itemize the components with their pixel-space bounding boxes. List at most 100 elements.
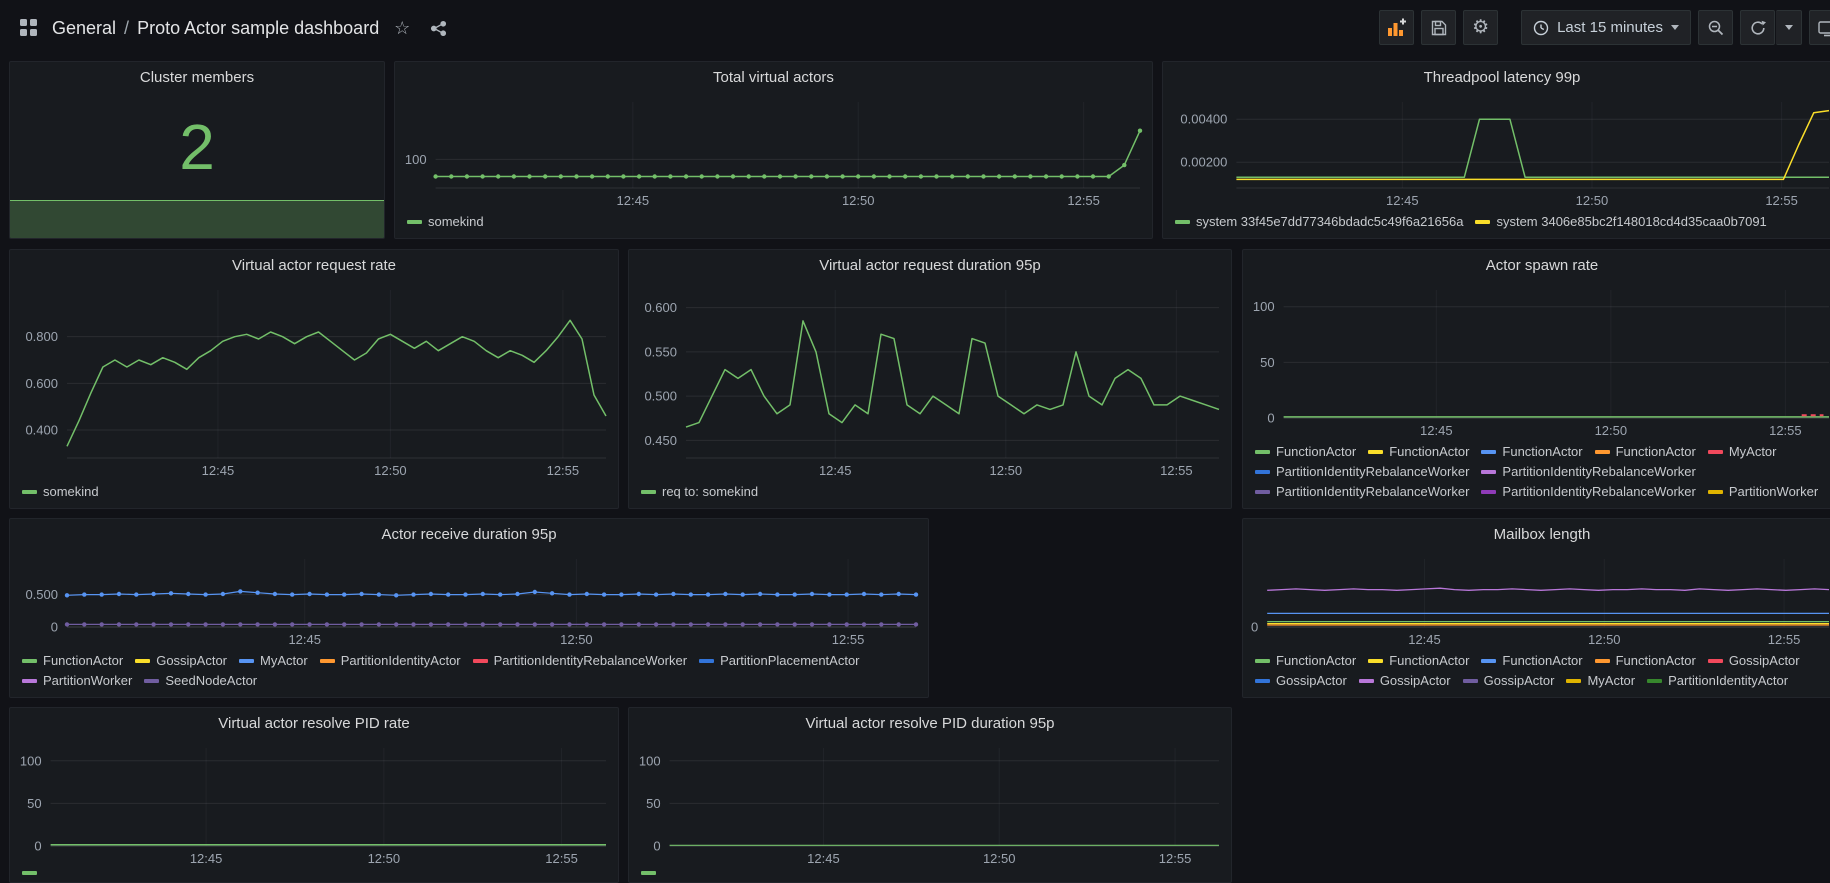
legend-item[interactable]: GossipActor <box>1708 652 1800 670</box>
star-icon[interactable]: ☆ <box>389 15 415 41</box>
panel-title[interactable]: Virtual actor resolve PID duration 95p <box>629 708 1231 740</box>
legend-item[interactable]: FunctionActor <box>1481 652 1582 670</box>
panel-title[interactable]: Virtual actor request duration 95p <box>629 250 1231 282</box>
legend-item[interactable]: GossipActor <box>1255 672 1347 690</box>
legend-item[interactable]: FunctionActor <box>1255 652 1356 670</box>
refresh-button[interactable] <box>1740 10 1775 45</box>
legend-item[interactable]: FunctionActor <box>1255 443 1356 461</box>
chart-legend: FunctionActor FunctionActor FunctionActor F… <box>1243 442 1830 508</box>
svg-text:100: 100 <box>639 753 661 768</box>
svg-text:0.00400: 0.00400 <box>1180 112 1227 127</box>
actor-spawn-rate-chart[interactable]: 10050012:4512:5012:55 <box>1243 282 1830 442</box>
svg-text:12:45: 12:45 <box>190 851 223 866</box>
actor-receive-duration-chart[interactable]: 0.500012:4512:5012:55 <box>10 551 928 651</box>
svg-text:12:50: 12:50 <box>374 463 407 478</box>
legend-item[interactable]: req to: somekind <box>641 483 758 501</box>
resolve-pid-rate-chart[interactable]: 10050012:4512:5012:55 <box>10 740 618 870</box>
legend-item[interactable]: system 3406e85bc2f148018cd4d35caa0b7091 <box>1475 213 1766 231</box>
panel-total-virtual-actors: Total virtual actors 10012:4512:5012:55 … <box>394 61 1153 239</box>
legend-item[interactable]: FunctionActor <box>1368 652 1469 670</box>
legend-item[interactable]: system 33f45e7dd77346bdadc5c49f6a21656a <box>1175 213 1463 231</box>
chart-legend: somekind <box>395 212 1152 238</box>
legend-item[interactable]: MyActor <box>1566 672 1635 690</box>
legend-item[interactable]: somekind <box>22 483 99 501</box>
legend-item[interactable] <box>641 871 662 875</box>
add-panel-button[interactable] <box>1379 10 1414 45</box>
total-virtual-actors-chart[interactable]: 10012:4512:5012:55 <box>395 94 1152 212</box>
legend-item[interactable]: PartitionIdentityActor <box>320 652 461 670</box>
mailbox-length-chart[interactable]: 012:4512:5012:55 <box>1243 551 1830 651</box>
svg-text:0.400: 0.400 <box>25 423 58 438</box>
breadcrumb-folder[interactable]: General <box>52 18 116 39</box>
apps-grid-icon[interactable] <box>16 15 42 41</box>
svg-text:0.550: 0.550 <box>644 344 677 359</box>
panel-resolve-pid-duration: Virtual actor resolve PID duration 95p 1… <box>628 707 1232 883</box>
svg-text:12:45: 12:45 <box>807 851 840 866</box>
svg-text:12:50: 12:50 <box>1576 193 1609 208</box>
legend-item[interactable] <box>22 871 43 875</box>
svg-text:50: 50 <box>646 796 660 811</box>
panel-title[interactable]: Threadpool latency 99p <box>1163 62 1830 94</box>
legend-item[interactable]: FunctionActor <box>1595 443 1696 461</box>
chevron-down-icon <box>1785 25 1793 30</box>
legend-item[interactable]: MyActor <box>1708 443 1777 461</box>
clock-icon <box>1533 20 1549 36</box>
legend-item[interactable]: PartitionIdentityActor <box>1647 672 1788 690</box>
legend-item[interactable]: FunctionActor <box>1595 652 1696 670</box>
legend-item[interactable]: GossipActor <box>135 652 227 670</box>
legend-item[interactable]: FunctionActor <box>1481 443 1582 461</box>
svg-text:12:50: 12:50 <box>368 851 401 866</box>
legend-item[interactable]: PartitionIdentityRebalanceWorker <box>1255 463 1469 481</box>
legend-item[interactable]: somekind <box>407 213 484 231</box>
cycle-view-button[interactable] <box>1809 10 1830 45</box>
legend-item[interactable]: PartitionPlacementActor <box>699 652 859 670</box>
svg-text:0.600: 0.600 <box>25 376 58 391</box>
legend-item[interactable]: PartitionWorker <box>1708 483 1818 501</box>
zoom-out-button[interactable] <box>1698 10 1733 45</box>
dashboard-settings-button[interactable]: ⚙ <box>1463 10 1498 45</box>
resolve-pid-duration-chart[interactable]: 10050012:4512:5012:55 <box>629 740 1231 870</box>
legend-item[interactable]: MyActor <box>239 652 308 670</box>
legend-item[interactable]: PartitionIdentityRebalanceWorker <box>473 652 687 670</box>
svg-text:12:55: 12:55 <box>1160 463 1193 478</box>
panel-title[interactable]: Virtual actor request rate <box>10 250 618 282</box>
panel-title[interactable]: Cluster members <box>10 62 384 94</box>
threadpool-latency-chart[interactable]: 0.004000.0020012:4512:5012:55 <box>1163 94 1830 212</box>
share-icon[interactable] <box>425 15 451 41</box>
time-range-picker[interactable]: Last 15 minutes <box>1521 10 1691 45</box>
gear-icon: ⚙ <box>1472 18 1489 37</box>
chart-legend: somekind <box>10 482 618 508</box>
panel-title[interactable]: Virtual actor resolve PID rate <box>10 708 618 740</box>
panel-title[interactable]: Actor receive duration 95p <box>10 519 928 551</box>
panel-title[interactable]: Actor spawn rate <box>1243 250 1830 282</box>
legend-item[interactable]: GossipActor <box>1463 672 1555 690</box>
request-duration-chart[interactable]: 0.6000.5500.5000.45012:4512:5012:55 <box>629 282 1231 482</box>
breadcrumb-separator: / <box>124 18 129 39</box>
svg-text:100: 100 <box>405 152 427 167</box>
refresh-interval-dropdown[interactable] <box>1776 10 1802 45</box>
breadcrumb-dashboard-title[interactable]: Proto Actor sample dashboard <box>137 18 379 39</box>
panel-title[interactable]: Mailbox length <box>1243 519 1830 551</box>
legend-item[interactable]: SeedNodeActor <box>144 672 257 690</box>
svg-text:50: 50 <box>27 796 41 811</box>
legend-item[interactable]: PartitionIdentityRebalanceWorker <box>1481 483 1695 501</box>
panel-virtual-actor-request-rate: Virtual actor request rate 0.8000.6000.4… <box>9 249 619 509</box>
panel-cluster-members: Cluster members 2 <box>9 61 385 239</box>
chart-legend <box>629 870 1231 882</box>
svg-text:100: 100 <box>1253 299 1275 314</box>
legend-item[interactable]: PartitionIdentityRebalanceWorker <box>1255 483 1469 501</box>
legend-item[interactable]: FunctionActor <box>1368 443 1469 461</box>
legend-item[interactable]: FunctionActor <box>22 652 123 670</box>
panel-title[interactable]: Total virtual actors <box>395 62 1152 94</box>
panel-mailbox-length: Mailbox length 012:4512:5012:55 Function… <box>1242 518 1830 698</box>
svg-text:0.600: 0.600 <box>644 300 677 315</box>
svg-text:12:55: 12:55 <box>547 463 580 478</box>
chart-legend: system 33f45e7dd77346bdadc5c49f6a21656a s… <box>1163 212 1830 238</box>
svg-text:12:55: 12:55 <box>1765 193 1798 208</box>
legend-item[interactable]: PartitionIdentityRebalanceWorker <box>1481 463 1695 481</box>
save-dashboard-button[interactable] <box>1421 10 1456 45</box>
legend-item[interactable]: PartitionWorker <box>22 672 132 690</box>
legend-item[interactable]: GossipActor <box>1359 672 1451 690</box>
stat-value: 2 <box>10 94 384 200</box>
request-rate-chart[interactable]: 0.8000.6000.40012:4512:5012:55 <box>10 282 618 482</box>
